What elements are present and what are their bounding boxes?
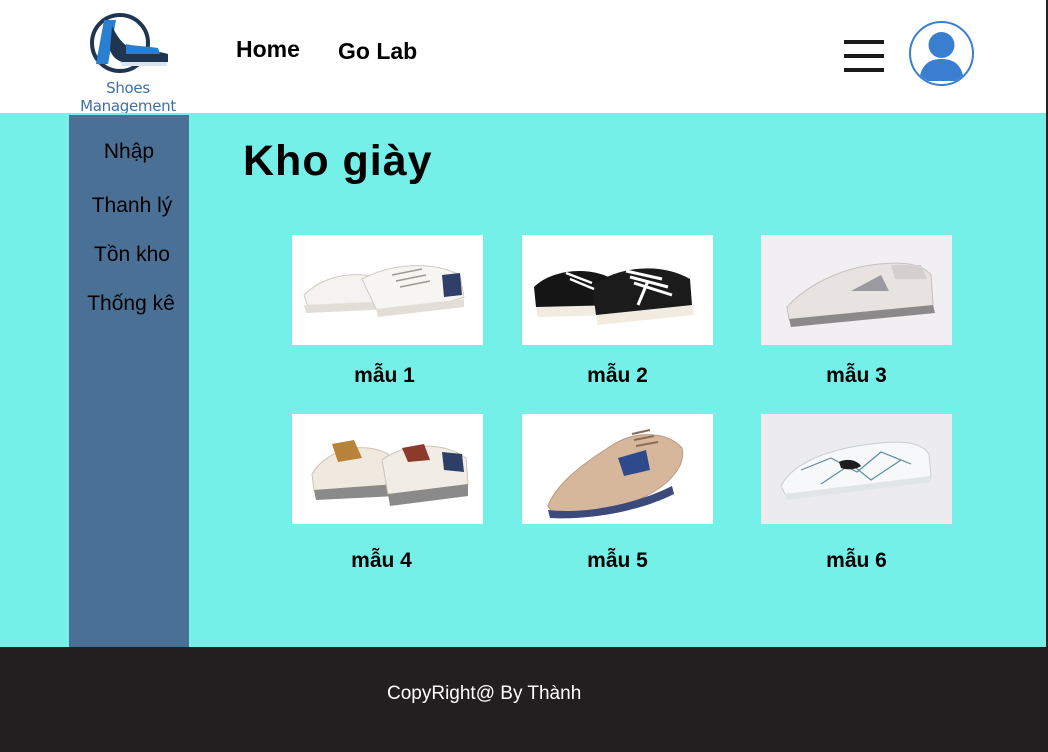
product-image-2[interactable] [522,235,713,345]
nav-home-link[interactable]: Home [236,36,300,63]
product-label-5: mẫu 5 [587,549,648,572]
shoe-logo-icon [90,13,168,73]
product-image-5[interactable] [522,414,713,524]
page-title: Kho giày [243,137,433,185]
product-label-6: mẫu 6 [826,549,887,572]
user-avatar-icon[interactable] [909,21,974,86]
product-label-4: mẫu 4 [351,549,412,572]
sidebar-item-thong-ke[interactable]: Thống kê [71,292,191,316]
hamburger-menu-icon[interactable] [844,40,884,72]
sidebar-item-ton-kho[interactable]: Tồn kho [72,243,192,267]
sidebar-item-nhap[interactable]: Nhập [69,140,189,164]
product-image-1[interactable] [292,235,483,345]
product-image-4[interactable] [292,414,483,524]
product-label-3: mẫu 3 [826,364,887,387]
header: Shoes Management Home Go Lab [0,0,1048,115]
product-label-2: mẫu 2 [587,364,648,387]
logo[interactable]: Shoes Management [56,12,200,115]
logo-text: Shoes Management [80,79,176,115]
product-image-3[interactable] [761,235,952,345]
footer-copyright: CopyRight@ By Thành [387,683,582,704]
sidebar-item-thanh-ly[interactable]: Thanh lý [72,194,192,218]
product-label-1: mẫu 1 [354,364,415,387]
product-image-6[interactable] [761,414,952,524]
main-content: Nhập Thanh lý Tồn kho Thống kê Kho giày … [0,113,1048,647]
sidebar: Nhập Thanh lý Tồn kho Thống kê [69,115,189,647]
nav-golab-link[interactable]: Go Lab [338,38,417,65]
footer: CopyRight@ By Thành [0,647,1048,752]
